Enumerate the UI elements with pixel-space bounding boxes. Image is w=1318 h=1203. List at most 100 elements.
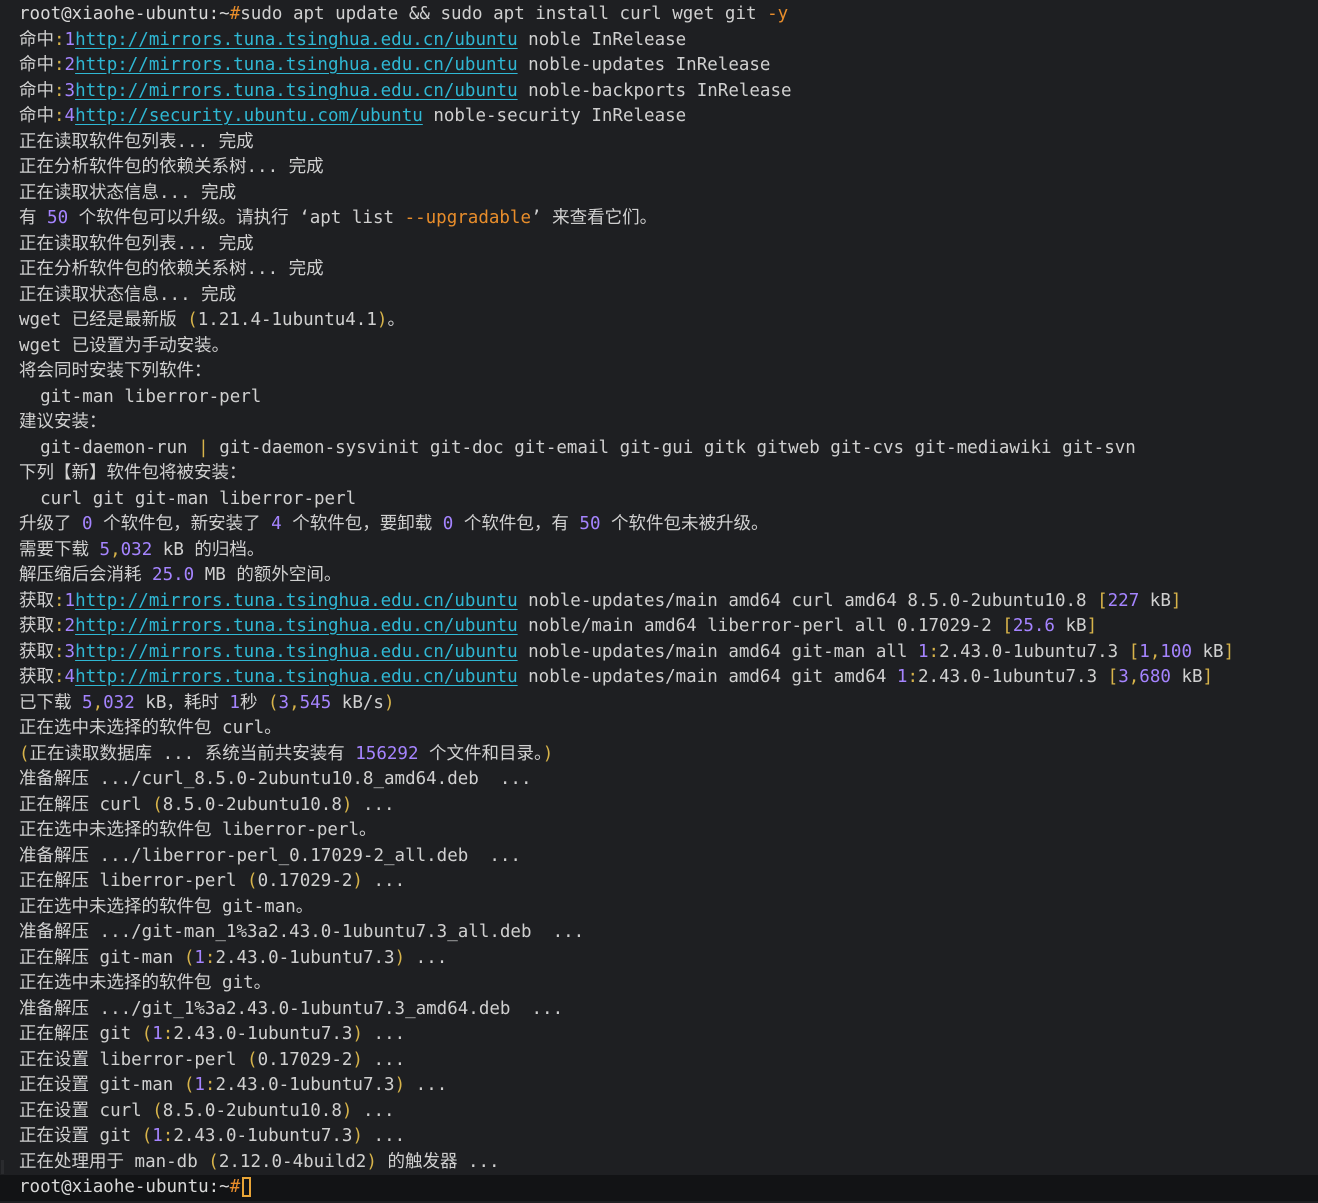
text-segment: 个软件包，要卸载: [281, 514, 443, 534]
mirror-url-link[interactable]: http://mirrors.tuna.tsinghua.edu.cn/ubun…: [75, 591, 518, 611]
text-segment: ]: [1202, 667, 1214, 687]
number-value: 4: [64, 667, 76, 687]
output-line: 命中:1http://mirrors.tuna.tsinghua.edu.cn/…: [0, 28, 1318, 54]
text-segment: 准备解压 .../curl_8.5.0-2ubuntu10.8_amd64.de…: [19, 769, 532, 789]
text-segment: ): [542, 743, 554, 764]
mirror-url-link[interactable]: http://mirrors.tuna.tsinghua.edu.cn/ubun…: [75, 81, 518, 101]
number-value: 4: [271, 514, 282, 534]
output-line: 命中:4http://security.ubuntu.com/ubuntu no…: [0, 104, 1318, 130]
text-segment: noble-updates/main amd64 git amd64: [517, 667, 897, 687]
number-value: 227: [1107, 590, 1140, 611]
text-segment: :: [162, 1126, 174, 1146]
text-segment: ...: [363, 1126, 406, 1146]
number-value: 2: [64, 55, 76, 75]
text-segment: kB: [1139, 590, 1171, 611]
text-segment: 获取: [19, 616, 54, 636]
output-line: wget 已经是最新版 (1.21.4-1ubuntu4.1)。: [0, 308, 1318, 334]
scroll-marker: [1, 1160, 4, 1174]
output-line: (正在读取数据库 ... 系统当前共安装有 156292 个文件和目录。): [0, 742, 1318, 768]
number-value: 3: [278, 692, 290, 713]
output-line: 获取:2http://mirrors.tuna.tsinghua.edu.cn/…: [0, 614, 1318, 640]
text-segment: 正在分析软件包的依赖关系树... 完成: [19, 259, 324, 279]
text-segment: :: [54, 667, 65, 687]
text-segment: ): [366, 1151, 377, 1172]
text-segment: 个软件包，有: [453, 514, 580, 534]
text-segment: 的触发器 ...: [376, 1151, 500, 1172]
number-value: 2: [64, 616, 76, 636]
number-value: 1: [229, 692, 240, 713]
text-segment: 正在读取软件包列表... 完成: [19, 233, 254, 254]
text-segment: 下列【新】软件包将被安装：: [19, 463, 247, 483]
text-segment: noble/main amd64 liberror-perl all 0.170…: [517, 616, 1003, 636]
output-line: 获取:1http://mirrors.tuna.tsinghua.edu.cn/…: [0, 589, 1318, 615]
text-segment: noble-backports InRelease: [517, 80, 792, 101]
text-segment: :: [907, 667, 918, 687]
text-segment: 个软件包未被升级。: [600, 514, 769, 534]
text-segment: 正在选中未选择的软件包 liberror-perl。: [19, 820, 377, 840]
number-value: 032: [120, 539, 153, 560]
output-line: 将会同时安装下列软件：: [0, 359, 1318, 385]
text-segment: ]: [1223, 641, 1235, 662]
output-line: 正在读取状态信息... 完成: [0, 283, 1318, 309]
text-segment: [: [1002, 616, 1013, 636]
text-segment: 建议安装：: [19, 412, 107, 432]
text-segment: ): [341, 1100, 353, 1121]
mirror-url-link[interactable]: http://security.ubuntu.com/ubuntu: [75, 106, 423, 126]
number-value: 156292: [355, 743, 419, 764]
text-segment: (: [247, 1049, 258, 1070]
text-segment: 秒: [239, 692, 268, 713]
output-line: 已下载 5,032 kB，耗时 1秒 (3,545 kB/s): [0, 691, 1318, 717]
output-line: git-daemon-run | git-daemon-sysvinit git…: [0, 436, 1318, 462]
text-segment: 正在解压 liberror-perl: [19, 871, 248, 891]
output-line: 正在解压 git-man (1:2.43.0-1ubuntu7.3) ...: [0, 946, 1318, 972]
text-segment: #: [229, 4, 241, 24]
text-segment: (: [247, 871, 258, 891]
number-value: 1: [896, 667, 908, 687]
text-segment: kB 的归档。: [152, 539, 265, 560]
mirror-url-link[interactable]: http://mirrors.tuna.tsinghua.edu.cn/ubun…: [75, 667, 518, 687]
text-segment: 正在选中未选择的软件包 git-man。: [19, 896, 314, 917]
mirror-url-link[interactable]: http://mirrors.tuna.tsinghua.edu.cn/ubun…: [75, 55, 518, 75]
number-value: 1: [917, 641, 929, 662]
text-segment: 8.5.0-2ubuntu10.8: [162, 794, 342, 815]
text-segment: ...: [405, 1075, 448, 1095]
text-segment: ]: [1086, 616, 1098, 636]
text-segment: 准备解压 .../git-man_1%3a2.43.0-1ubuntu7.3_a…: [19, 922, 585, 942]
number-value: 25.0: [152, 565, 195, 585]
text-segment: -y: [767, 4, 789, 24]
text-segment: (: [141, 1024, 153, 1044]
text-segment: ...: [362, 1049, 406, 1070]
text-segment: [: [1107, 667, 1119, 687]
text-segment: 准备解压 .../git_1%3a2.43.0-1ubuntu7.3_amd64…: [19, 998, 564, 1019]
text-segment: kB，耗时: [134, 692, 230, 713]
text-segment: ): [352, 1049, 363, 1070]
mirror-url-link[interactable]: http://mirrors.tuna.tsinghua.edu.cn/ubun…: [75, 642, 518, 662]
output-line: 正在解压 curl (8.5.0-2ubuntu10.8) ...: [0, 793, 1318, 819]
text-segment: ,: [110, 539, 121, 560]
text-segment: 2.43.0-1ubuntu7.3: [939, 641, 1129, 662]
text-segment: 命中: [19, 55, 54, 75]
mirror-url-link[interactable]: http://mirrors.tuna.tsinghua.edu.cn/ubun…: [75, 616, 518, 636]
output-line: 正在设置 git (1:2.43.0-1ubuntu7.3) ...: [0, 1124, 1318, 1150]
text-segment: noble-updates/main amd64 curl amd64 8.5.…: [517, 590, 1098, 611]
text-segment: ]: [1170, 590, 1182, 611]
output-line: 下列【新】软件包将被安装：: [0, 461, 1318, 487]
text-segment: ): [352, 871, 363, 891]
text-segment: ): [376, 310, 388, 330]
output-line: 正在处理用于 man-db (2.12.0-4build2) 的触发器 ...: [0, 1150, 1318, 1176]
text-segment: :: [54, 590, 65, 611]
text-segment: :: [54, 616, 65, 636]
text-segment: noble-updates/main amd64 git-man all: [517, 641, 918, 662]
text-segment: 正在设置 liberror-perl: [19, 1049, 248, 1070]
terminal-window[interactable]: root@xiaohe-ubuntu:~#sudo apt update && …: [0, 0, 1318, 1203]
output-line: 升级了 0 个软件包，新安装了 4 个软件包，要卸载 0 个软件包，有 50 个…: [0, 512, 1318, 538]
text-segment: ): [352, 1024, 363, 1044]
text-segment: 获取: [19, 641, 54, 662]
output-line: 获取:3http://mirrors.tuna.tsinghua.edu.cn/…: [0, 640, 1318, 666]
text-segment: :: [54, 106, 65, 126]
text-segment: 正在读取软件包列表... 完成: [19, 131, 254, 152]
output-line: 正在解压 git (1:2.43.0-1ubuntu7.3) ...: [0, 1022, 1318, 1048]
text-segment: ...: [352, 794, 395, 815]
text-segment: 正在选中未选择的软件包 curl。: [19, 718, 282, 738]
mirror-url-link[interactable]: http://mirrors.tuna.tsinghua.edu.cn/ubun…: [75, 30, 518, 50]
